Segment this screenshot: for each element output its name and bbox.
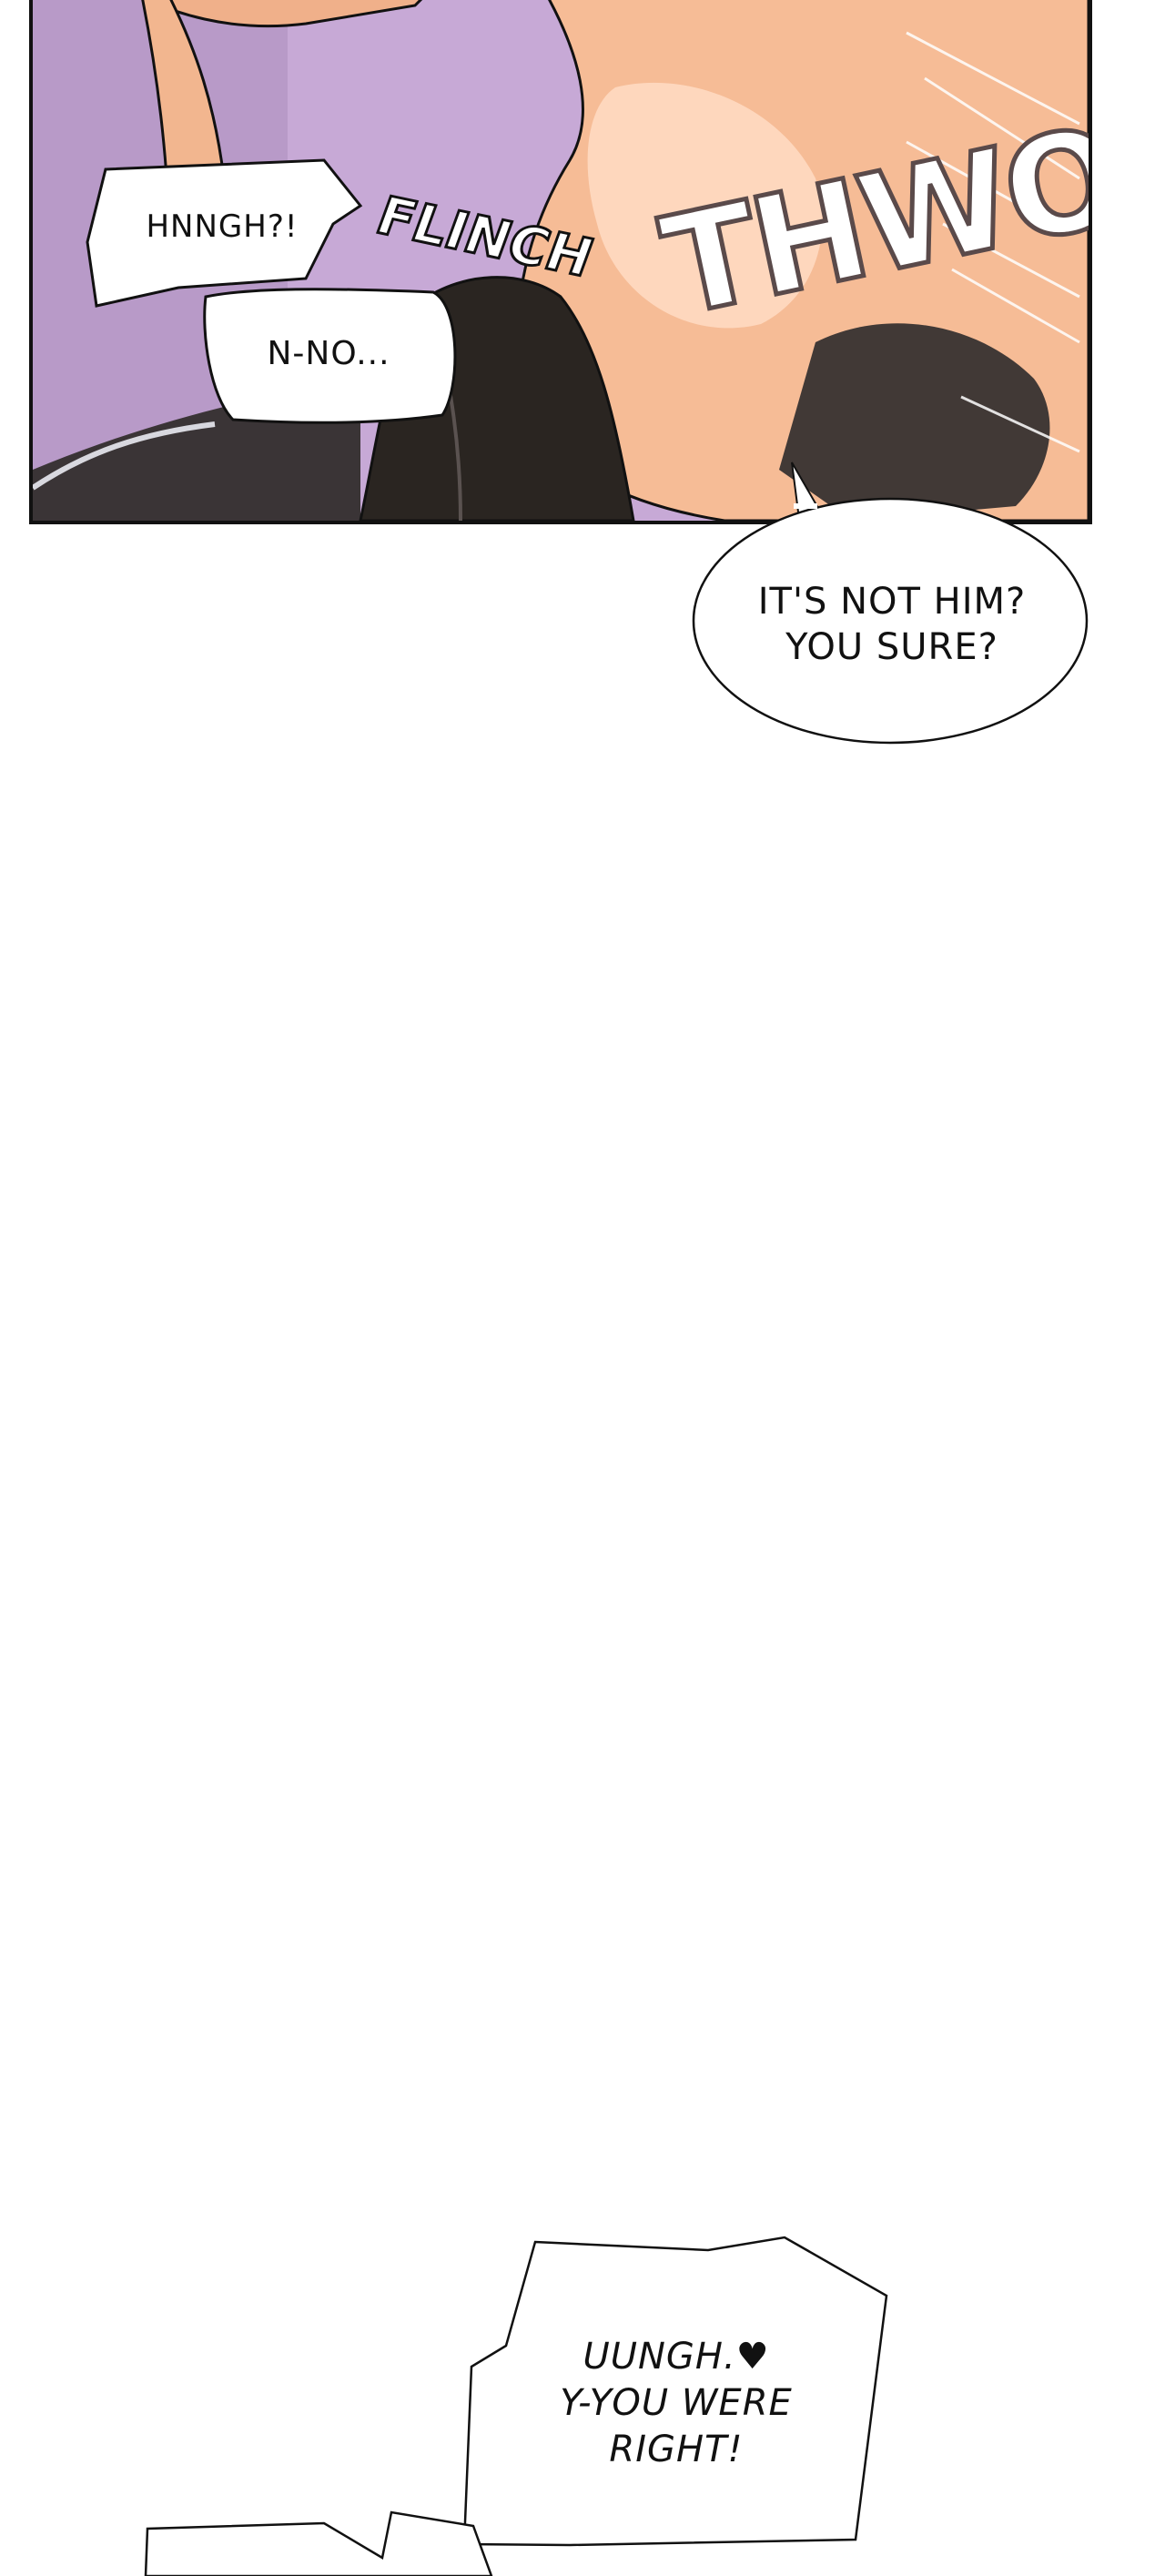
bubble-nno-text: N-NO... [267,335,390,372]
bubble-bottom-partial-shape [144,2510,493,2576]
bubble-uungh-line3: RIGHT! [609,2429,744,2471]
bubble-hnngh-text: HNNGH?! [146,208,299,245]
bubble-uungh-line2: Y-YOU WERE [560,2382,793,2425]
bubble-not-him-text: IT'S NOT HIM? YOU SURE? [728,579,1056,670]
bubble-not-him-line1: IT'S NOT HIM? [757,581,1027,623]
comic-page: HNNGH?! N-NO... FLINCH THWOP IT'S NOT HI… [0,0,1165,2576]
bubble-uungh-line1: UUNGH.♥ [582,2336,770,2378]
bubble-not-him-line2: YOU SURE? [785,626,998,668]
comic-panel-top: HNNGH?! N-NO... FLINCH THWOP [29,0,1092,524]
bubble-uungh-text: UUNGH.♥ Y-YOU WERE RIGHT! [526,2334,826,2474]
